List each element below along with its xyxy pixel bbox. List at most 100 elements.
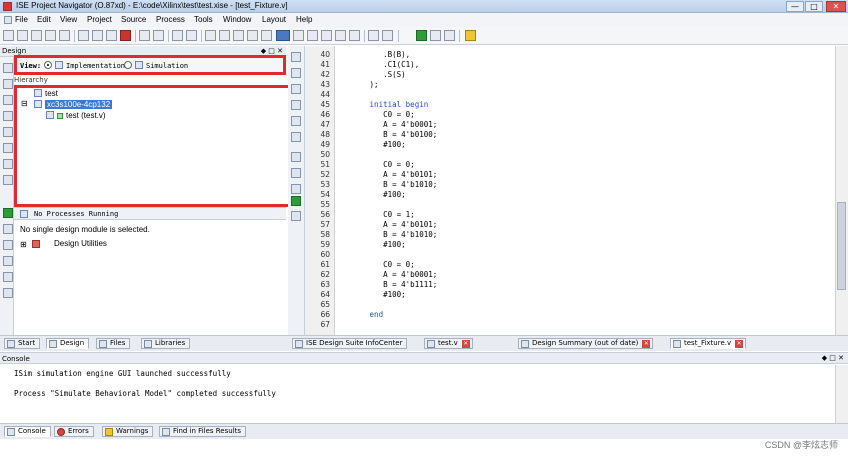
wrench-icon[interactable] xyxy=(368,30,379,41)
copy-icon[interactable] xyxy=(92,30,103,41)
menu-help[interactable]: Help xyxy=(296,15,312,24)
help-context-icon[interactable] xyxy=(382,30,393,41)
rerun-icon[interactable] xyxy=(3,224,13,234)
uncomment-icon[interactable] xyxy=(291,68,301,78)
outdent-icon[interactable] xyxy=(291,100,301,110)
menu-process[interactable]: Process xyxy=(156,15,185,24)
new-file-icon[interactable] xyxy=(3,30,14,41)
expand-icon[interactable] xyxy=(3,111,13,121)
console-controls[interactable]: ◆ □ ✕ xyxy=(822,354,844,362)
menu-tools[interactable]: Tools xyxy=(194,15,213,24)
scrollbar-thumb[interactable] xyxy=(837,202,846,290)
print-icon[interactable] xyxy=(59,30,70,41)
console-output[interactable]: ISim simulation engine GUI launched succ… xyxy=(0,365,835,423)
delete-icon[interactable] xyxy=(120,30,131,41)
lightbulb-icon[interactable] xyxy=(465,30,476,41)
run-icon[interactable] xyxy=(416,30,427,41)
window-horizontal-icon[interactable] xyxy=(335,30,346,41)
collapse-icon[interactable] xyxy=(3,127,13,137)
add-source-icon[interactable] xyxy=(172,30,183,41)
stop-icon[interactable] xyxy=(3,256,13,266)
line-number: 55 xyxy=(320,200,330,209)
rerun-all-icon[interactable] xyxy=(3,240,13,250)
run-process-icon[interactable] xyxy=(3,208,13,218)
tab-test-v[interactable]: test.v ✕ xyxy=(424,338,473,349)
line-number: 43 xyxy=(320,80,330,89)
editor-scrollbar[interactable] xyxy=(835,46,848,335)
cut-icon[interactable] xyxy=(78,30,89,41)
options-icon[interactable] xyxy=(3,175,13,185)
toggle-icon[interactable] xyxy=(291,168,301,178)
close-tab-icon[interactable]: ✕ xyxy=(735,340,744,348)
tab-test-fixture[interactable]: test_Fixture.v ✕ xyxy=(670,338,747,349)
open-view-icon[interactable] xyxy=(3,272,13,282)
menu-file[interactable]: File xyxy=(15,15,28,24)
impact-icon[interactable] xyxy=(444,30,455,41)
find-source-icon[interactable] xyxy=(3,159,13,169)
tree-icon[interactable] xyxy=(3,95,13,105)
paste-icon[interactable] xyxy=(106,30,117,41)
line-number: 44 xyxy=(320,90,330,99)
design-view-icon[interactable] xyxy=(276,30,290,41)
menu-project[interactable]: Project xyxy=(87,15,112,24)
close-button[interactable]: ✕ xyxy=(826,1,846,12)
console-scrollbar[interactable] xyxy=(835,365,848,423)
tab-start[interactable]: Start xyxy=(4,338,41,349)
maximize-button[interactable]: □ xyxy=(805,1,823,12)
more-icon[interactable] xyxy=(186,30,197,41)
redo-icon[interactable] xyxy=(153,30,164,41)
tab-libraries[interactable]: Libraries xyxy=(141,338,191,349)
bookmark-icon[interactable] xyxy=(291,116,301,126)
comment-icon[interactable] xyxy=(291,52,301,62)
new-source-icon[interactable] xyxy=(3,63,13,73)
tab-design-summary[interactable]: Design Summary (out of date) ✕ xyxy=(518,338,654,349)
tree-expander[interactable]: ⊞ xyxy=(20,240,27,249)
view-text-icon[interactable] xyxy=(3,288,13,298)
line-number: 52 xyxy=(320,170,330,179)
processes-status: No Processes Running xyxy=(34,210,119,218)
next-bookmark-icon[interactable] xyxy=(291,132,301,142)
find-prev-icon[interactable] xyxy=(233,30,244,41)
undo-icon[interactable] xyxy=(139,30,150,41)
tab-console[interactable]: Console xyxy=(4,426,51,437)
window-vertical-icon[interactable] xyxy=(321,30,332,41)
save-icon[interactable] xyxy=(31,30,42,41)
tab-infocenter[interactable]: ISE Design Suite InfoCenter xyxy=(292,338,408,349)
insert-template-icon[interactable] xyxy=(291,184,301,194)
menu-layout[interactable]: Layout xyxy=(262,15,286,24)
save-all-icon[interactable] xyxy=(45,30,56,41)
add-icon[interactable] xyxy=(291,196,301,206)
goto-line-icon[interactable] xyxy=(291,152,301,162)
sigma-icon[interactable] xyxy=(430,30,441,41)
close-tab-icon[interactable]: ✕ xyxy=(642,340,651,348)
window-cascade-icon[interactable] xyxy=(307,30,318,41)
add-copy-icon[interactable] xyxy=(3,79,13,89)
code-line: C0 = 1; xyxy=(356,210,415,219)
tab-design[interactable]: Design xyxy=(46,338,90,349)
menu-edit[interactable]: Edit xyxy=(37,15,51,24)
tab-warnings[interactable]: Warnings xyxy=(102,426,154,437)
process-item-design-utilities[interactable]: Design Utilities xyxy=(54,239,107,248)
code-editor[interactable]: .B(B), .C1(C1), .S(S) ); initial begin C… xyxy=(336,46,835,335)
properties-icon[interactable] xyxy=(3,143,13,153)
window-float-icon[interactable] xyxy=(349,30,360,41)
indent-icon[interactable] xyxy=(291,84,301,94)
menu-window[interactable]: Window xyxy=(223,15,251,24)
design-panel-controls[interactable]: ◆ □ ✕ xyxy=(261,47,283,55)
tab-find-results[interactable]: Find in Files Results xyxy=(159,426,247,437)
find-next-icon[interactable] xyxy=(219,30,230,41)
close-tab-icon[interactable]: ✕ xyxy=(461,340,470,348)
language-template-icon[interactable] xyxy=(291,211,301,221)
minimize-button[interactable]: — xyxy=(786,1,804,12)
find-in-files-icon[interactable] xyxy=(261,30,272,41)
menu-source[interactable]: Source xyxy=(121,15,146,24)
window-tile-icon[interactable] xyxy=(293,30,304,41)
replace-icon[interactable] xyxy=(247,30,258,41)
menu-app-icon[interactable] xyxy=(4,16,12,24)
menu-view[interactable]: View xyxy=(60,15,77,24)
code-line: B = 4'b0100; xyxy=(356,130,438,139)
find-icon[interactable] xyxy=(205,30,216,41)
tab-files[interactable]: Files xyxy=(96,338,131,349)
open-icon[interactable] xyxy=(17,30,28,41)
tab-errors[interactable]: Errors xyxy=(54,426,94,437)
